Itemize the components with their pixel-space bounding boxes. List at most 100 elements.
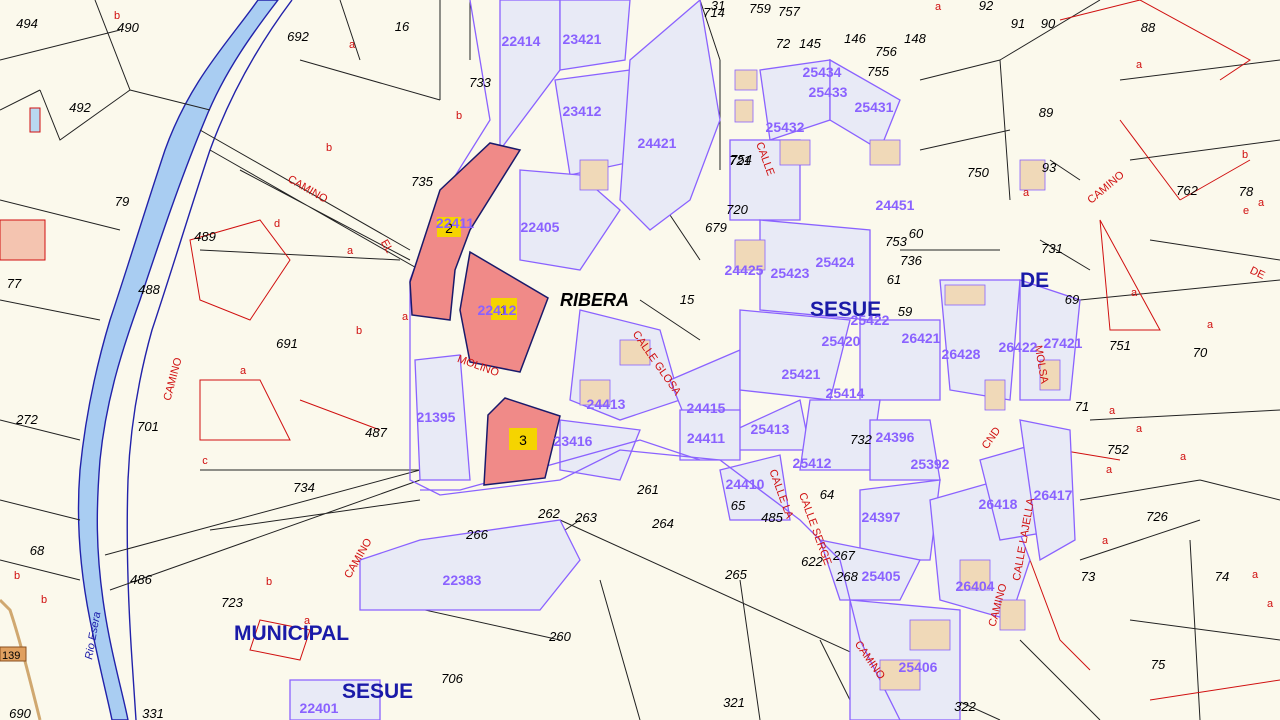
urban-parcel-number: 22383 [443, 572, 482, 588]
parcel-number: 736 [900, 253, 922, 268]
parcel-number: 757 [778, 4, 800, 19]
parcel-number: 490 [117, 20, 139, 35]
urban-parcel-number: 22405 [521, 219, 560, 235]
parcel-number: 90 [1041, 16, 1056, 31]
parcel-number: 88 [1141, 20, 1156, 35]
subparcel-letter: a [1136, 59, 1143, 71]
parcel-number: 756 [875, 44, 897, 59]
subparcel-letter: a [1136, 423, 1143, 435]
urban-parcel-number: 24396 [876, 429, 915, 445]
parcel-number: 487 [365, 425, 387, 440]
subparcel-letter: d [274, 218, 280, 230]
subparcel-letter: a [1180, 451, 1187, 463]
parcel-number: 64 [820, 487, 834, 502]
urban-parcel-number: 22414 [502, 33, 541, 49]
urban-parcel-number: 25392 [911, 456, 950, 472]
urban-parcel-number: 24413 [587, 396, 626, 412]
parcel-number: 714 [703, 5, 725, 20]
urban-parcel-number: 25421 [782, 366, 821, 382]
cadastral-map[interactable]: 2 1 3 RIBERA SESUE DE MUNICIPAL SESUE Ri… [0, 0, 1280, 720]
urban-parcel-number: 26404 [956, 578, 995, 594]
parcel-number: 72 [776, 36, 791, 51]
urban-parcel-number: 22401 [300, 700, 339, 716]
parcel-number: 15 [680, 292, 695, 307]
place-label-municipal: MUNICIPAL [234, 622, 349, 645]
marker-label: 3 [519, 432, 527, 448]
subparcel-letter: b [266, 576, 272, 588]
parcel-number: 489 [194, 229, 216, 244]
parcel-number: 91 [1011, 16, 1025, 31]
subparcel-letter: b [326, 142, 332, 154]
parcel-number: 494 [16, 16, 38, 31]
urban-parcel-number: 23412 [563, 103, 602, 119]
parcel-number: 753 [885, 234, 907, 249]
parcel-number: 146 [844, 31, 866, 46]
subparcel-letter: a [1267, 598, 1274, 610]
parcel-number: 735 [411, 174, 433, 189]
parcel-number: 59 [898, 304, 912, 319]
urban-parcel-number: 23421 [563, 31, 602, 47]
urban-parcel-number: 26421 [902, 330, 941, 346]
parcel-number: 267 [832, 548, 855, 563]
subparcel-letter: a [349, 39, 356, 51]
parcel-number: 264 [651, 516, 674, 531]
parcel-number: 331 [142, 706, 164, 720]
parcel-number: 79 [115, 194, 129, 209]
subparcel-letter: a [304, 615, 311, 627]
parcel-number: 720 [726, 202, 748, 217]
parcel-number: 74 [1215, 569, 1229, 584]
parcel-number: 485 [761, 510, 783, 525]
urban-parcel-number: 24397 [862, 509, 901, 525]
parcel-number: 69 [1065, 292, 1079, 307]
parcel-number: 755 [867, 64, 889, 79]
parcel-number: 731 [1041, 241, 1063, 256]
urban-parcel-number: 22411 [436, 215, 474, 231]
parcel-number: 70 [1193, 345, 1208, 360]
urban-parcel-number: 25412 [793, 455, 832, 471]
urban-parcel-number: 27421 [1044, 335, 1083, 351]
urban-parcel-number: 24451 [876, 197, 915, 213]
parcel-number: 148 [904, 31, 926, 46]
parcel-number: 93 [1042, 160, 1057, 175]
subparcel-letter: a [1131, 287, 1138, 299]
subparcel-letter: b [1242, 149, 1248, 161]
parcel-number: 706 [441, 671, 463, 686]
parcel-number: 266 [465, 527, 488, 542]
parcel-number: 77 [7, 276, 22, 291]
parcel-number: 759 [749, 1, 771, 16]
marker-3[interactable]: 3 [509, 428, 537, 450]
subparcel-letter: a [1207, 319, 1214, 331]
urban-parcel-number: 24415 [687, 400, 726, 416]
parcel-number: 71 [1075, 399, 1089, 414]
parcel-number: 752 [1107, 442, 1129, 457]
parcel-number: 622 [801, 554, 823, 569]
parcel-number: 75 [1151, 657, 1166, 672]
parcel-number: 726 [1146, 509, 1168, 524]
urban-parcel-number: 25405 [862, 568, 901, 584]
parcel-number: 691 [276, 336, 298, 351]
parcel-number: 261 [636, 482, 659, 497]
parcel-number: 721 [729, 153, 751, 168]
parcel-number: 60 [909, 226, 924, 241]
parcel-number: 263 [574, 510, 597, 525]
place-label-de: DE [1020, 269, 1049, 292]
urban-parcel-number: 24421 [638, 135, 677, 151]
subparcel-letter: a [1258, 197, 1265, 209]
parcel-number: 322 [954, 699, 976, 714]
urban-parcel-number: 26418 [979, 496, 1018, 512]
parcel-number: 16 [395, 19, 410, 34]
urban-parcel-number: 22412 [478, 302, 517, 318]
parcel-number: 268 [835, 569, 858, 584]
urban-parcel-number: 25431 [855, 99, 894, 115]
urban-parcel-number: 25432 [766, 119, 805, 135]
subparcel-letter: b [114, 10, 120, 22]
urban-parcel-number: 24410 [726, 476, 765, 492]
urban-parcel-number: 21395 [417, 409, 456, 425]
subparcel-letter: a [347, 245, 354, 257]
urban-parcel-number: 25433 [809, 84, 848, 100]
parcel-number: 486 [130, 572, 152, 587]
urban-parcel-number: 25424 [816, 254, 855, 270]
subparcel-letter: a [1023, 187, 1030, 199]
subparcel-letter: e [1243, 205, 1249, 217]
urban-parcel-number: 25420 [822, 333, 861, 349]
